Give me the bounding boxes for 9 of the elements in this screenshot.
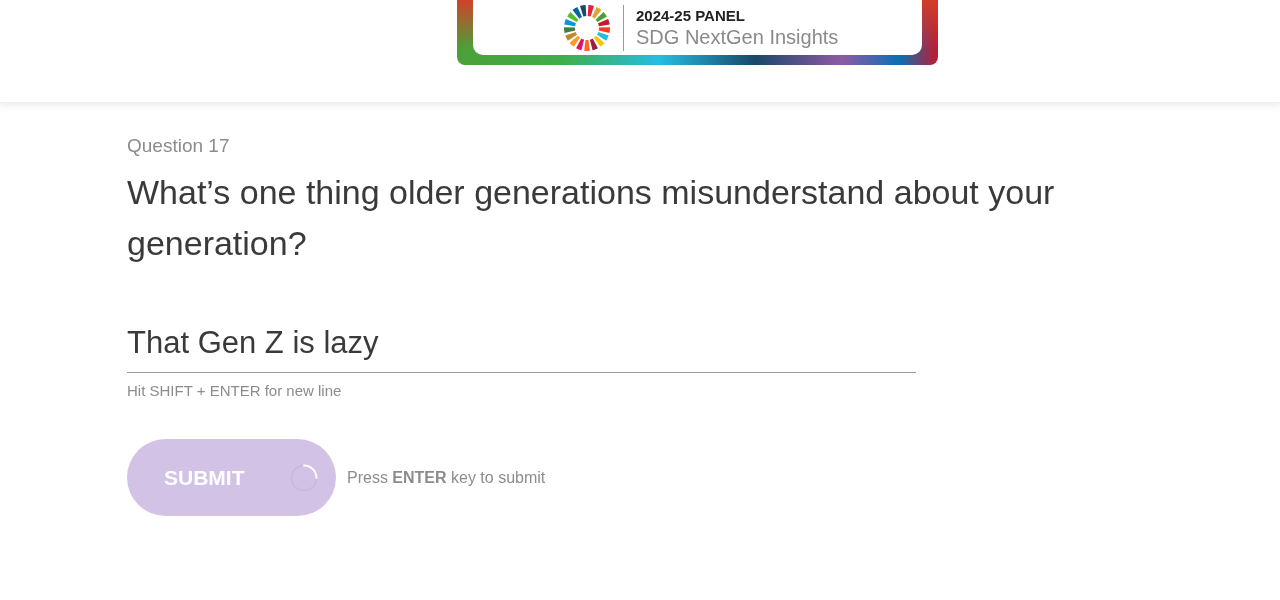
question-text: What’s one thing older generations misunderstand about your generation?	[127, 172, 1056, 264]
submit-hint: Press ENTER key to submit	[347, 467, 546, 488]
answer-field[interactable]: That Gen Z is lazy	[127, 317, 916, 373]
field-hint: Hit SHIFT + ENTER for new line	[127, 381, 342, 401]
banner-title: 2024-25 PANEL	[636, 6, 746, 25]
spinner-icon	[289, 463, 318, 492]
question-number: Question 17	[127, 134, 230, 158]
banner-subtitle: SDG NextGen Insights	[636, 24, 839, 49]
color-wheel-icon	[564, 4, 610, 51]
